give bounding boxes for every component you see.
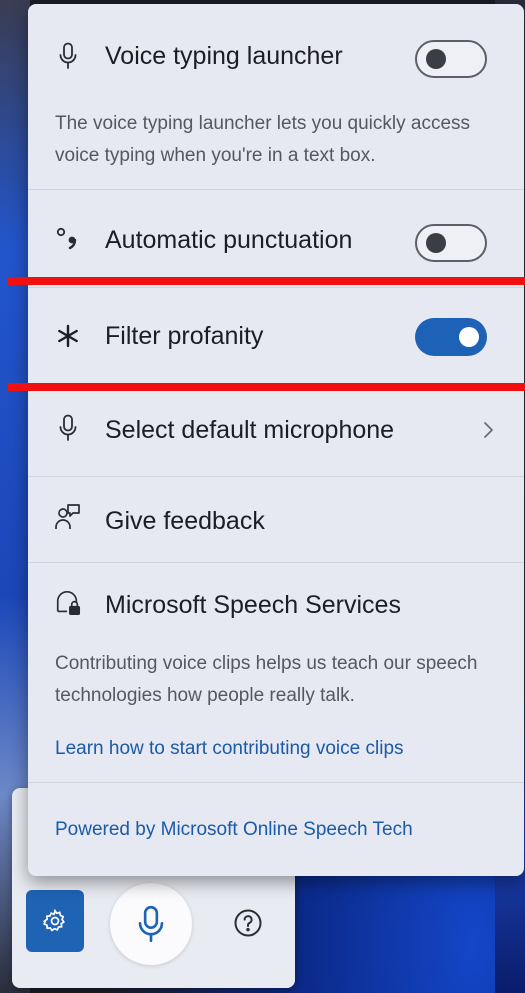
give-feedback-button[interactable]: Give feedback	[105, 507, 265, 536]
annotation-line-bottom	[8, 383, 525, 391]
divider	[28, 562, 524, 563]
microphone-icon	[138, 905, 164, 943]
voice-typing-launcher-toggle[interactable]	[415, 40, 487, 78]
chevron-right-icon	[480, 418, 496, 442]
filter-profanity-label: Filter profanity	[105, 322, 264, 350]
microphone-icon	[54, 42, 82, 70]
voice-typing-settings-flyout: Voice typing launcher The voice typing l…	[28, 4, 524, 876]
asterisk-icon	[54, 322, 82, 350]
filter-profanity-toggle[interactable]	[415, 318, 487, 356]
divider	[28, 476, 524, 477]
feedback-icon	[54, 504, 82, 532]
annotation-line-top	[8, 277, 525, 285]
voice-typing-launcher-label: Voice typing launcher	[105, 42, 343, 70]
select-default-microphone-button[interactable]: Select default microphone	[105, 416, 394, 445]
learn-contributing-voice-clips-link[interactable]: Learn how to start contributing voice cl…	[55, 738, 404, 760]
speech-services-label: Microsoft Speech Services	[105, 591, 401, 619]
punctuation-icon	[54, 224, 82, 252]
divider	[28, 189, 524, 190]
microphone-icon	[54, 414, 82, 442]
speech-services-description: Contributing voice clips helps us teach …	[55, 653, 478, 706]
voice-typing-launcher-description: The voice typing launcher lets you quick…	[55, 113, 471, 166]
powered-by-link[interactable]: Powered by Microsoft Online Speech Tech	[55, 819, 413, 841]
toggle-knob	[459, 327, 479, 347]
help-icon	[234, 909, 262, 937]
voice-typing-mic-button[interactable]	[110, 883, 192, 965]
divider	[28, 782, 524, 783]
speech-lock-icon	[54, 589, 82, 617]
toggle-knob	[426, 233, 446, 253]
divider	[28, 287, 524, 288]
help-button[interactable]	[228, 903, 268, 943]
automatic-punctuation-toggle[interactable]	[415, 224, 487, 262]
gear-icon	[42, 908, 65, 932]
settings-button[interactable]	[26, 890, 84, 952]
toggle-knob	[426, 49, 446, 69]
automatic-punctuation-label: Automatic punctuation	[105, 226, 353, 254]
